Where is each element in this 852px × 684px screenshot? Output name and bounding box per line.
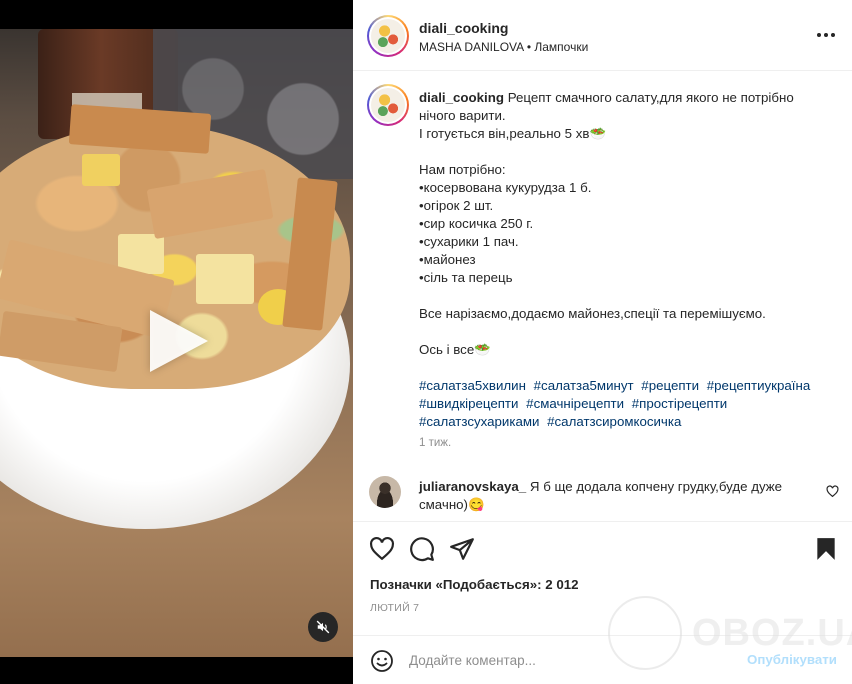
media-pane bbox=[0, 0, 353, 684]
comment-like-heart-icon[interactable] bbox=[826, 485, 839, 498]
hashtag-link[interactable]: #салатзсиромкосичка bbox=[547, 414, 681, 429]
save-bookmark-icon[interactable] bbox=[813, 536, 839, 562]
emoji-smiley-icon[interactable] bbox=[370, 649, 394, 673]
audio-artist: MASHA DANILOVA bbox=[419, 40, 524, 54]
caption-line bbox=[419, 143, 829, 161]
share-paper-plane-icon[interactable] bbox=[449, 536, 475, 562]
more-dot-icon bbox=[824, 33, 828, 37]
comment-body: juliaranovskaya_ Я б ще додала копчену г… bbox=[419, 478, 811, 514]
caption-avatar-image bbox=[371, 88, 405, 122]
caption-line: Нам потрібно: bbox=[419, 162, 506, 177]
commenter-avatar[interactable] bbox=[369, 476, 401, 508]
instagram-post-modal: diali_cooking MASHA DANILOVA • Лампочки … bbox=[0, 0, 852, 684]
comment-input[interactable] bbox=[409, 648, 729, 672]
caption-line: •сухарики 1 пач. bbox=[419, 234, 519, 249]
hashtag-link[interactable]: #рецептиукраїна bbox=[707, 378, 810, 393]
post-time-ago[interactable]: 1 тиж. bbox=[419, 437, 451, 449]
hashtag-link[interactable]: #смачнірецепти bbox=[526, 396, 624, 411]
audio-track: Лампочки bbox=[534, 40, 589, 54]
mute-button[interactable] bbox=[308, 612, 338, 642]
hashtag-link[interactable]: #швидкірецепти bbox=[419, 396, 518, 411]
caption-line: Все нарізаємо,додаємо майонез,спеції та … bbox=[419, 306, 766, 321]
caption-line: Ось і все🥗 bbox=[419, 342, 491, 357]
speaker-muted-icon bbox=[316, 620, 330, 634]
more-dot-icon bbox=[831, 33, 835, 37]
more-options-button[interactable] bbox=[815, 25, 837, 45]
post-date: ЛЮТИЙ 7 bbox=[370, 602, 420, 614]
caption-username[interactable]: diali_cooking bbox=[419, 90, 504, 105]
hashtag-link[interactable]: #рецепти bbox=[641, 378, 699, 393]
caption-line: •сир косичка 250 г. bbox=[419, 216, 534, 231]
caption-line bbox=[419, 323, 829, 341]
author-username[interactable]: diali_cooking bbox=[419, 20, 508, 36]
commenter-username[interactable]: juliaranovskaya_ bbox=[419, 479, 526, 494]
publish-button[interactable]: Опублікувати bbox=[747, 652, 837, 667]
caption-line: •сіль та перець bbox=[419, 270, 513, 285]
post-details-panel: diali_cooking MASHA DANILOVA • Лампочки … bbox=[353, 0, 852, 684]
caption-line: •огірок 2 шт. bbox=[419, 198, 494, 213]
like-heart-icon[interactable] bbox=[369, 536, 395, 562]
hashtag-list: #салатза5хвилин #салатза5минут #рецепти … bbox=[419, 377, 829, 431]
cheese-cube bbox=[196, 254, 254, 304]
likes-number: 2 012 bbox=[545, 577, 579, 592]
post-caption: diali_cooking Рецепт смачного салату,для… bbox=[419, 89, 829, 431]
add-comment-bar: Опублікувати bbox=[353, 635, 852, 684]
author-avatar-image bbox=[371, 19, 405, 53]
post-actions-bar bbox=[353, 521, 852, 576]
caption-line: diali_cooking Рецепт смачного салату,для… bbox=[419, 89, 829, 125]
likes-count[interactable]: Позначки «Подобається»: 2 012 bbox=[370, 577, 579, 592]
caption-line: •майонез bbox=[419, 252, 476, 267]
video-player[interactable] bbox=[0, 29, 353, 657]
hashtag-link[interactable]: #простірецепти bbox=[632, 396, 727, 411]
caption-line bbox=[419, 287, 829, 305]
caption-line: І готується він,реально 5 хв🥗 bbox=[419, 126, 607, 141]
hashtag-link[interactable]: #салатзсухариками bbox=[419, 414, 539, 429]
caption-line: •косервована кукурудза 1 б. bbox=[419, 180, 592, 195]
likes-label: Позначки «Подобається»: bbox=[370, 577, 542, 592]
hashtag-link[interactable]: #салатза5минут bbox=[534, 378, 634, 393]
caption-line bbox=[419, 359, 829, 377]
author-avatar[interactable] bbox=[367, 15, 409, 57]
audio-info[interactable]: MASHA DANILOVA • Лампочки bbox=[419, 40, 588, 54]
hashtag-link[interactable]: #салатза5хвилин bbox=[419, 378, 526, 393]
caption-author-avatar[interactable] bbox=[367, 84, 409, 126]
corn-piece bbox=[82, 154, 120, 186]
audio-separator: • bbox=[526, 40, 532, 54]
more-dot-icon bbox=[817, 33, 821, 37]
comment-bubble-icon[interactable] bbox=[409, 536, 435, 562]
post-header: diali_cooking MASHA DANILOVA • Лампочки bbox=[353, 0, 852, 71]
play-icon[interactable] bbox=[150, 310, 208, 372]
